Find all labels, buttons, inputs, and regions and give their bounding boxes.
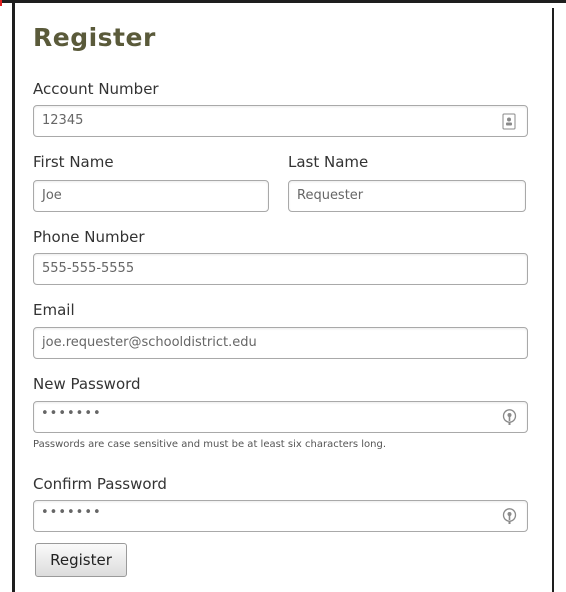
register-button[interactable]: Register [35,543,127,577]
last-name-label: Last Name [288,153,369,171]
contact-card-icon [502,113,516,130]
email-value: joe.requester@schooldistrict.edu [42,335,257,350]
page-title: Register [33,23,156,52]
password-help-text: Passwords are case sensitive and must be… [33,439,387,450]
last-name-value: Requester [297,188,364,203]
account-number-value: 12345 [42,113,84,128]
corner-marker [0,0,2,6]
email-label: Email [33,301,75,319]
last-name-field[interactable]: Requester [288,180,526,212]
confirm-password-label: Confirm Password [33,475,167,493]
account-number-label: Account Number [33,80,159,98]
email-field[interactable]: joe.requester@schooldistrict.edu [33,327,528,359]
confirm-password-value: ••••••• [41,505,102,520]
new-password-value: ••••••• [41,406,102,421]
phone-number-field[interactable]: 555-555-5555 [33,253,528,285]
password-key-icon[interactable] [502,508,517,525]
account-number-field[interactable]: 12345 [33,105,528,137]
first-name-field[interactable]: Joe [33,180,269,212]
new-password-label: New Password [33,375,141,393]
frame-right-border [552,8,554,592]
first-name-value: Joe [42,188,62,203]
confirm-password-field[interactable]: ••••••• [33,500,528,532]
phone-number-value: 555-555-5555 [42,261,135,276]
phone-number-label: Phone Number [33,228,145,246]
password-key-icon[interactable] [502,409,517,426]
register-form: Register Account Number 12345 First Name… [15,3,552,592]
first-name-label: First Name [33,153,114,171]
new-password-field[interactable]: ••••••• [33,401,528,433]
